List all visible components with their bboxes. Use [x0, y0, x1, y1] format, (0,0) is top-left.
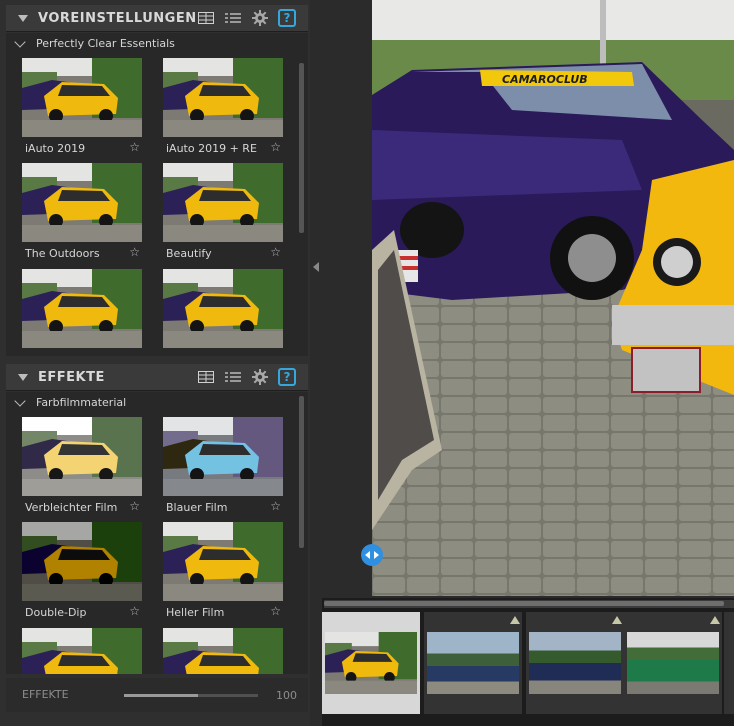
star-icon[interactable]: ☆ [270, 140, 281, 154]
effect-tile[interactable]: Verbleichter Film ☆ [22, 417, 142, 514]
split-arrows-icon [365, 551, 379, 559]
effects-strength-fill [124, 694, 198, 697]
preset-tile[interactable]: iAuto 2019 ☆ [22, 58, 142, 155]
effects-group-title: Farbfilmmaterial [36, 396, 127, 409]
effect-thumbnail[interactable] [22, 417, 142, 496]
compare-split-handle[interactable] [361, 544, 383, 566]
effect-thumbnail[interactable] [22, 522, 142, 601]
preset-tile[interactable] [22, 269, 142, 348]
effect-thumbnail[interactable] [163, 628, 283, 674]
preset-thumbnail[interactable] [163, 269, 283, 348]
effect-tile[interactable]: Heller Film ☆ [163, 522, 283, 619]
effects-strength-slider[interactable] [124, 694, 258, 697]
preset-tile[interactable] [163, 269, 283, 348]
star-icon[interactable]: ☆ [270, 245, 281, 259]
grid-view-icon[interactable] [197, 368, 215, 386]
star-icon[interactable]: ☆ [129, 604, 140, 618]
effects-strength-value: 100 [276, 689, 297, 702]
effect-tile[interactable] [163, 628, 283, 674]
effect-tile[interactable] [22, 628, 142, 674]
filmstrip-frame[interactable] [624, 612, 722, 714]
filmstrip-frame[interactable] [424, 612, 522, 714]
presets-panel-body: Perfectly Clear Essentials iAuto 2019 ☆ … [6, 33, 308, 356]
preset-thumbnail[interactable] [22, 58, 142, 137]
flag-icon[interactable] [710, 616, 720, 624]
star-icon[interactable]: ☆ [129, 140, 140, 154]
car-show-photo: CAMAROCLUB [372, 0, 734, 596]
effect-thumbnail[interactable] [163, 522, 283, 601]
presets-scrollbar[interactable] [299, 63, 304, 233]
preset-thumbnail[interactable] [163, 58, 283, 137]
help-icon[interactable]: ? [278, 368, 296, 386]
filmstrip [322, 598, 734, 726]
star-icon[interactable]: ☆ [129, 499, 140, 513]
presets-panel-title: VOREINSTELLUNGEN [38, 10, 197, 26]
presets-group-header[interactable]: Perfectly Clear Essentials [14, 35, 175, 50]
effect-label: Heller Film [166, 606, 225, 619]
preset-label: iAuto 2019 [25, 142, 86, 155]
effect-label: Verbleichter Film [25, 501, 118, 514]
grid-view-icon[interactable] [197, 9, 215, 27]
collapse-panel-arrow-icon[interactable] [313, 262, 319, 272]
effect-label: Double-Dip [25, 606, 87, 619]
filmstrip-scrollbar[interactable] [324, 600, 734, 608]
chevron-down-icon[interactable] [14, 394, 26, 407]
preset-tile[interactable]: The Outdoors ☆ [22, 163, 142, 260]
star-icon[interactable]: ☆ [270, 499, 281, 513]
effects-panel-body: Farbfilmmaterial Verbleichter Film ☆ Bla… [6, 392, 308, 674]
gear-icon[interactable] [251, 9, 269, 27]
effects-scrollbar[interactable] [299, 396, 304, 548]
help-icon[interactable]: ? [278, 9, 296, 27]
effects-strength-footer: EFFEKTE 100 [6, 678, 308, 712]
star-icon[interactable]: ☆ [270, 604, 281, 618]
list-view-icon[interactable] [224, 9, 242, 27]
preset-label: Beautify [166, 247, 212, 260]
windshield-banner-text: CAMAROCLUB [502, 73, 588, 86]
main-photo-preview[interactable]: CAMAROCLUB [372, 0, 734, 596]
filmstrip-frame[interactable] [724, 612, 734, 714]
preset-thumbnail[interactable] [22, 163, 142, 242]
preset-thumbnail[interactable] [22, 269, 142, 348]
filmstrip-thumbnail[interactable] [627, 632, 719, 694]
preset-tile[interactable]: Beautify ☆ [163, 163, 283, 260]
effect-thumbnail[interactable] [163, 417, 283, 496]
filmstrip-frame[interactable] [526, 612, 624, 714]
effect-tile[interactable]: Blauer Film ☆ [163, 417, 283, 514]
preset-label: iAuto 2019 + RE [166, 142, 257, 155]
effects-panel-header[interactable]: EFFEKTE ? [6, 364, 308, 391]
filmstrip-thumbnail[interactable] [427, 632, 519, 694]
gear-icon[interactable] [251, 368, 269, 386]
collapse-triangle-icon[interactable] [18, 373, 28, 381]
filmstrip-thumbnail[interactable] [529, 632, 621, 694]
effects-group-header[interactable]: Farbfilmmaterial [14, 394, 127, 409]
flag-icon[interactable] [612, 616, 622, 624]
chevron-down-icon[interactable] [14, 35, 26, 48]
preset-label: The Outdoors [25, 247, 100, 260]
presets-group-title: Perfectly Clear Essentials [36, 37, 175, 50]
filmstrip-thumbnail[interactable] [325, 632, 417, 694]
flag-icon[interactable] [510, 616, 520, 624]
star-icon[interactable]: ☆ [129, 245, 140, 259]
filmstrip-scroll-thumb[interactable] [324, 601, 724, 606]
effect-tile[interactable]: Double-Dip ☆ [22, 522, 142, 619]
effects-panel-title: EFFEKTE [38, 369, 105, 385]
effects-strength-label: EFFEKTE [22, 688, 69, 701]
preset-thumbnail[interactable] [163, 163, 283, 242]
presets-panel-header[interactable]: VOREINSTELLUNGEN ? [6, 5, 308, 32]
collapse-triangle-icon[interactable] [18, 14, 28, 22]
filmstrip-frame[interactable] [322, 612, 420, 714]
preset-tile[interactable]: iAuto 2019 + RE ☆ [163, 58, 283, 155]
effect-thumbnail[interactable] [22, 628, 142, 674]
effect-label: Blauer Film [166, 501, 228, 514]
list-view-icon[interactable] [224, 368, 242, 386]
left-panel: VOREINSTELLUNGEN ? Perfectly Clear Essen… [0, 0, 310, 726]
